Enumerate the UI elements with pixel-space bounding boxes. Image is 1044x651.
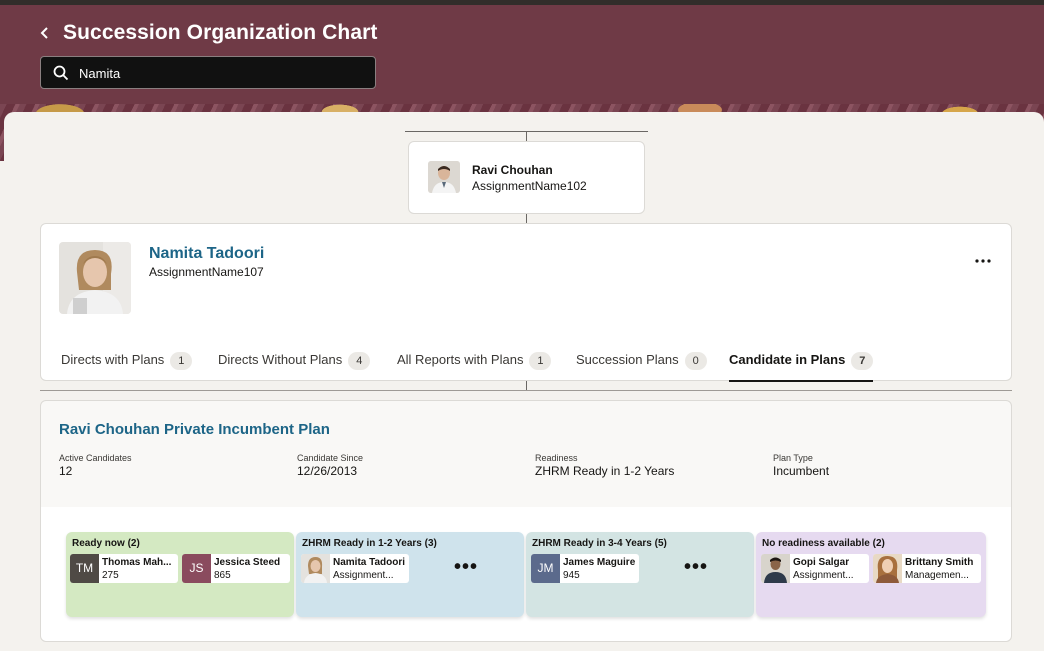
person-photo-icon xyxy=(301,554,330,583)
manager-card[interactable]: Ravi Chouhan AssignmentName102 xyxy=(408,141,645,214)
readiness-lane-no-readiness: No readiness available (2) Gopi Salgar A… xyxy=(756,532,986,617)
candidate-name: Namita Tadoori xyxy=(333,557,406,568)
focus-name[interactable]: Namita Tadoori xyxy=(149,245,264,263)
tab-label: Directs with Plans xyxy=(61,352,165,367)
candidate-name: Thomas Mah... xyxy=(102,557,172,568)
readiness-label: Readiness xyxy=(535,453,578,463)
more-candidates-button[interactable]: ••• xyxy=(454,557,478,577)
tab-label: Directs Without Plans xyxy=(218,352,343,367)
candidate-initials-avatar: JS xyxy=(182,554,211,583)
readiness-value: ZHRM Ready in 1-2 Years xyxy=(535,464,675,478)
tab-candidate-in-plans[interactable]: Candidate in Plans 7 xyxy=(729,352,874,382)
candidate-name: Gopi Salgar xyxy=(793,557,850,568)
tab-count-badge: 7 xyxy=(851,352,874,370)
tab-count-badge: 4 xyxy=(348,352,371,370)
tab-count-badge: 1 xyxy=(529,352,552,370)
candidate-name: Brittany Smith xyxy=(905,557,974,568)
focus-avatar xyxy=(59,242,131,314)
more-actions-button[interactable] xyxy=(973,252,993,266)
tree-connector-top-vertical xyxy=(526,131,527,141)
tree-connector-mid xyxy=(526,213,527,223)
tab-label: All Reports with Plans xyxy=(397,352,524,367)
candidate-name: Jessica Steed xyxy=(214,557,281,568)
tree-connector-bottom xyxy=(526,381,527,390)
person-photo-icon xyxy=(428,161,460,193)
plan-type-label: Plan Type xyxy=(773,453,813,463)
tab-count-badge: 0 xyxy=(684,352,707,370)
tab-count-badge: 1 xyxy=(170,352,193,370)
page-header: Succession Organization Chart xyxy=(0,5,1044,104)
tab-all-reports-with-plans[interactable]: All Reports with Plans 1 xyxy=(397,352,552,380)
candidate-chip[interactable]: Gopi Salgar Assignment... xyxy=(761,554,869,583)
candidate-sub: 275 xyxy=(102,570,119,581)
lane-title: ZHRM Ready in 1-2 Years (3) xyxy=(302,538,437,549)
lane-title: Ready now (2) xyxy=(72,538,140,549)
lane-title: No readiness available (2) xyxy=(762,538,885,549)
person-photo-icon xyxy=(761,554,790,583)
candidate-name: James Maguire xyxy=(563,557,636,568)
candidate-chip[interactable]: Brittany Smith Managemen... xyxy=(873,554,981,583)
tab-directs-with-plans[interactable]: Directs with Plans 1 xyxy=(61,352,193,380)
candidate-sub: Assignment... xyxy=(793,570,854,581)
focus-assignment: AssignmentName107 xyxy=(149,265,264,279)
plan-title[interactable]: Ravi Chouhan Private Incumbent Plan xyxy=(59,421,330,438)
manager-avatar xyxy=(428,161,460,193)
active-candidates-value: 12 xyxy=(59,464,73,478)
more-candidates-button[interactable]: ••• xyxy=(684,557,708,577)
tab-label: Succession Plans xyxy=(576,352,679,367)
candidate-chip[interactable]: Namita Tadoori Assignment... xyxy=(301,554,409,583)
candidate-chip[interactable]: JM James Maguire 945 xyxy=(531,554,639,583)
tabs-divider xyxy=(40,390,1012,391)
candidate-sub: 945 xyxy=(563,570,580,581)
candidate-initials-avatar: JM xyxy=(531,554,560,583)
candidate-initials-avatar: TM xyxy=(70,554,99,583)
lane-title: ZHRM Ready in 3-4 Years (5) xyxy=(532,538,667,549)
readiness-lane-3-4-years: ZHRM Ready in 3-4 Years (5) JM James Mag… xyxy=(526,532,754,617)
candidate-since-label: Candidate Since xyxy=(297,453,364,463)
active-candidates-label: Active Candidates xyxy=(59,453,132,463)
candidate-sub: 865 xyxy=(214,570,231,581)
search-input[interactable] xyxy=(79,63,359,83)
manager-name: Ravi Chouhan xyxy=(472,163,553,177)
more-horizontal-icon xyxy=(975,259,991,263)
candidate-chip[interactable]: TM Thomas Mah... 275 xyxy=(70,554,178,583)
chevron-left-icon xyxy=(40,27,48,39)
tab-succession-plans[interactable]: Succession Plans 0 xyxy=(576,352,707,380)
candidate-since-value: 12/26/2013 xyxy=(297,464,358,478)
candidate-sub: Managemen... xyxy=(905,570,969,581)
tab-label: Candidate in Plans xyxy=(729,352,846,367)
search-icon xyxy=(53,65,69,81)
candidate-chip[interactable]: JS Jessica Steed 865 xyxy=(182,554,290,583)
person-photo-icon xyxy=(59,242,131,314)
plan-type-value: Incumbent xyxy=(773,464,830,478)
person-photo-icon xyxy=(873,554,902,583)
readiness-lane-ready-now: Ready now (2) TM Thomas Mah... 275 JS Je… xyxy=(66,532,294,617)
candidate-sub: Assignment... xyxy=(333,570,394,581)
tab-directs-without-plans[interactable]: Directs Without Plans 4 xyxy=(218,352,371,380)
back-button[interactable] xyxy=(36,25,54,43)
search-box[interactable] xyxy=(40,56,376,89)
manager-assignment: AssignmentName102 xyxy=(472,179,587,193)
readiness-lane-1-2-years: ZHRM Ready in 1-2 Years (3) Namita Tadoo… xyxy=(296,532,524,617)
page-title: Succession Organization Chart xyxy=(63,21,378,44)
